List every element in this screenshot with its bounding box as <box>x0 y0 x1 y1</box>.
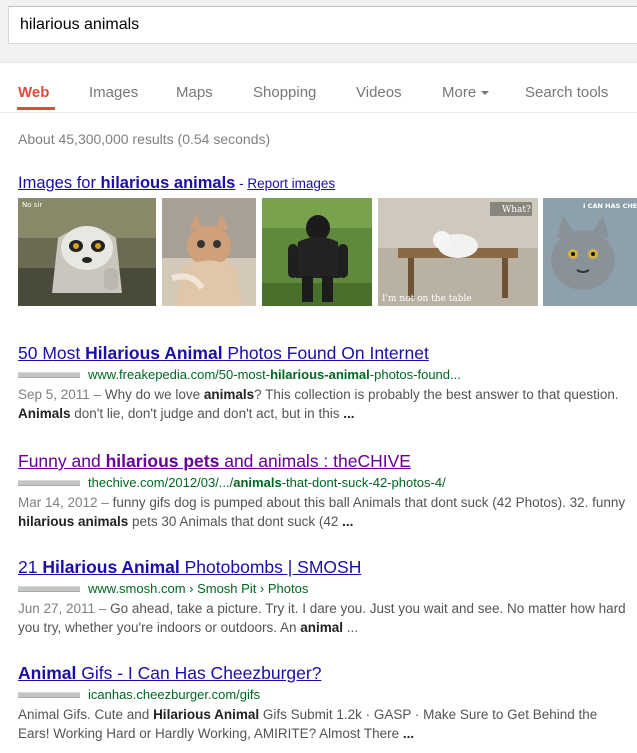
chevron-down-icon <box>481 91 490 96</box>
thumbnail-cat-table[interactable]: What? I'm not on the table <box>378 198 538 306</box>
search-tabs: Web Images Maps Shopping Videos More Sea… <box>0 62 637 113</box>
active-tab-indicator <box>17 107 55 110</box>
thumbnail-wet-cat[interactable] <box>162 198 256 306</box>
images-for-link[interactable]: Images for hilarious animals <box>18 174 235 192</box>
result-title-link[interactable]: 50 Most Hilarious Animal Photos Found On… <box>18 343 628 364</box>
thumbnail-gorilla[interactable] <box>262 198 372 306</box>
cat-table-caption: I'm not on the table <box>382 294 472 304</box>
lemur-image: No sir <box>18 198 156 306</box>
tab-more-label: More <box>442 84 477 101</box>
thumbnail-cheezburger[interactable]: I CAN HAS CHEEZBURGER? <box>543 198 637 306</box>
result-title-link[interactable]: 21 Hilarious Animal Photobombs | SMOSH <box>18 557 628 578</box>
result-url: icanhas.cheezburger.com/gifs <box>18 687 628 702</box>
wet-cat-image <box>162 198 256 306</box>
url-placeholder-bar <box>18 691 80 698</box>
tab-web[interactable]: Web <box>18 84 49 101</box>
report-images-link[interactable]: Report images <box>247 176 335 191</box>
result-snippet: Jun 27, 2011 – Go ahead, take a picture.… <box>18 601 626 635</box>
result-url: thechive.com/2012/03/.../animals -that-do… <box>18 475 628 490</box>
tab-maps[interactable]: Maps <box>176 84 213 101</box>
url-placeholder-bar <box>18 371 80 378</box>
search-result: Animal Gifs - I Can Has Cheezburger? ica… <box>18 663 628 743</box>
cat-table-image: What? I'm not on the table <box>378 198 538 306</box>
thumbnail-lemur[interactable]: No sir <box>18 198 156 306</box>
images-for-query: hilarious animals <box>100 174 236 192</box>
url-placeholder-bar <box>18 479 80 486</box>
url-placeholder-bar <box>18 585 80 592</box>
images-header: Images for hilarious animals - Report im… <box>18 174 335 193</box>
cheezburger-cat-image: I CAN HAS CHEEZBURGER? <box>543 198 637 306</box>
search-result: Funny and hilarious pets and animals : t… <box>18 451 628 531</box>
tab-shopping[interactable]: Shopping <box>253 84 316 101</box>
gorilla-image <box>262 198 372 306</box>
cat-speech-caption: What? <box>502 205 531 215</box>
lemur-caption: No sir <box>22 201 42 209</box>
result-url: www.freakepedia.com/50-most-hilarious-an… <box>18 367 628 382</box>
cheezburger-caption: I CAN HAS CHEEZBURGER? <box>583 202 637 210</box>
result-title-link[interactable]: Funny and hilarious pets and animals : t… <box>18 451 628 472</box>
result-title-link[interactable]: Animal Gifs - I Can Has Cheezburger? <box>18 663 628 684</box>
images-for-prefix: Images for <box>18 174 101 192</box>
tab-search-tools[interactable]: Search tools <box>525 84 608 101</box>
search-query-text: hilarious animals <box>20 16 140 33</box>
tab-more[interactable]: More <box>442 84 490 101</box>
result-url: www.smosh.com › Smosh Pit › Photos <box>18 581 628 596</box>
result-snippet: Animal Gifs. Cute and Hilarious Animal G… <box>18 707 598 741</box>
result-snippet: Mar 14, 2012 – funny gifs dog is pumped … <box>18 495 626 529</box>
search-header: hilarious animals <box>0 0 637 63</box>
search-input[interactable]: hilarious animals <box>8 6 637 44</box>
tab-images[interactable]: Images <box>89 84 138 101</box>
tab-videos[interactable]: Videos <box>356 84 402 101</box>
search-result: 21 Hilarious Animal Photobombs | SMOSH w… <box>18 557 628 637</box>
images-separator: - <box>235 176 248 191</box>
result-snippet: Sep 5, 2011 – Why do we love animals? Th… <box>18 387 619 421</box>
result-stats: About 45,300,000 results (0.54 seconds) <box>18 131 271 147</box>
search-result: 50 Most Hilarious Animal Photos Found On… <box>18 343 628 423</box>
